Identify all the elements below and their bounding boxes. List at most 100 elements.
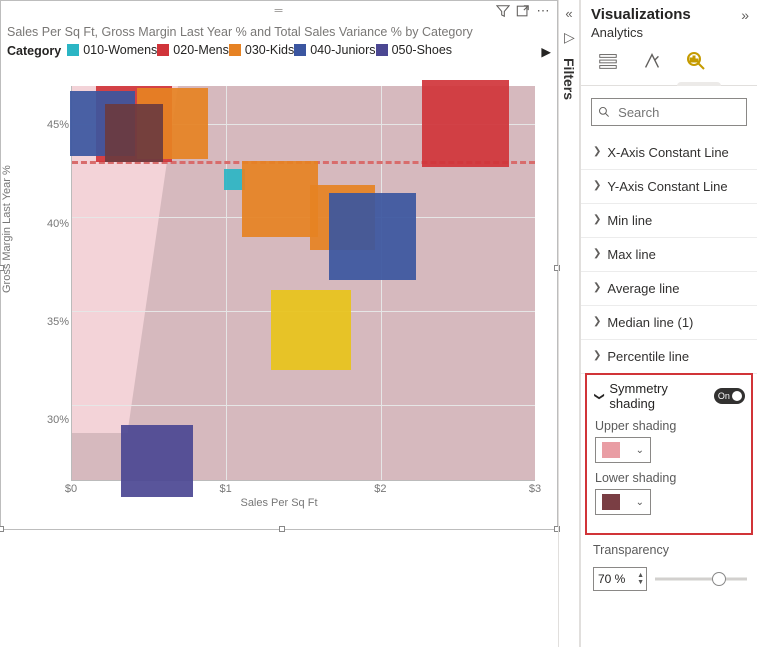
data-point[interactable] <box>242 161 318 237</box>
chevron-right-icon: ❯ <box>593 214 601 225</box>
symmetry-toggle[interactable]: On <box>714 388 745 404</box>
legend-item-label: 040-Juniors <box>310 43 375 57</box>
chevron-down-icon: ⌄ <box>636 445 644 456</box>
search-box[interactable] <box>591 98 747 126</box>
pane-subtitle: Analytics <box>581 25 757 44</box>
plot-area-wrapper: Gross Margin Last Year % 30% 35% 40% 45%… <box>13 86 545 499</box>
upper-shading-label: Upper shading <box>595 419 745 433</box>
data-point[interactable] <box>271 290 351 370</box>
resize-handle[interactable] <box>279 526 285 532</box>
legend: Category 010-Womens020-Mens 030-Kids 040-J… <box>1 41 557 63</box>
legend-swatch <box>376 44 388 56</box>
spinner-down-icon[interactable]: ▼ <box>637 579 644 586</box>
symmetry-shading-label: Symmetry shading <box>609 381 708 411</box>
data-point[interactable] <box>105 104 163 162</box>
fields-well-icon[interactable] <box>595 48 621 74</box>
analytics-section[interactable]: ❯ Y-Axis Constant Line <box>581 170 757 204</box>
more-options-icon[interactable]: ⋯ <box>535 3 551 19</box>
transparency-spinner[interactable]: 70 % ▲▼ <box>593 567 647 591</box>
section-label: Average line <box>607 281 679 296</box>
analytics-section[interactable]: ❯ Average line <box>581 272 757 306</box>
chevron-right-icon: ❯ <box>593 282 601 293</box>
section-label: Y-Axis Constant Line <box>607 179 727 194</box>
analytics-well-icon[interactable] <box>683 48 709 74</box>
section-label: Min line <box>607 213 652 228</box>
spinner-up-icon[interactable]: ▲ <box>637 572 644 579</box>
resize-handle[interactable] <box>0 526 4 532</box>
legend-item-label: 030-Kids <box>245 43 294 57</box>
legend-item[interactable]: 010-Womens <box>67 43 157 57</box>
chevron-right-icon: ❯ <box>593 180 601 191</box>
slider-thumb[interactable] <box>712 572 726 586</box>
transparency-label: Transparency <box>581 537 757 557</box>
y-tick: 40% <box>47 218 69 230</box>
filters-label[interactable]: Filters <box>561 58 577 100</box>
y-tick: 35% <box>47 316 69 328</box>
analytics-section[interactable]: ❯ Min line <box>581 204 757 238</box>
legend-swatch <box>229 44 241 56</box>
expand-filters-icon[interactable]: « <box>565 6 572 21</box>
transparency-slider[interactable] <box>655 569 747 589</box>
slider-track <box>655 578 747 581</box>
x-axis-title: Sales Per Sq Ft <box>240 497 317 509</box>
sigma-icon[interactable]: ◁ <box>564 29 575 46</box>
section-label: Max line <box>607 247 655 262</box>
x-tick: $2 <box>374 483 386 495</box>
transparency-control: 70 % ▲▼ <box>581 561 757 591</box>
analytics-section[interactable]: ❯ Percentile line <box>581 340 757 374</box>
format-well-icon[interactable] <box>639 48 665 74</box>
gridline <box>381 86 382 480</box>
legend-item[interactable]: 020-Mens <box>157 43 229 57</box>
chart-visual[interactable]: ═ ⋯ Sales Per Sq Ft, Gross Margin Last Y… <box>0 0 558 530</box>
upper-shading-swatch <box>602 442 620 458</box>
analytics-section[interactable]: ❯ Median line (1) <box>581 306 757 340</box>
toggle-knob <box>732 391 742 401</box>
search-input[interactable] <box>616 104 740 121</box>
gridline <box>226 86 227 480</box>
resize-handle[interactable] <box>0 265 4 271</box>
data-point[interactable] <box>121 425 193 497</box>
y-axis-title: Gross Margin Last Year % <box>1 165 13 293</box>
x-tick: $0 <box>65 483 77 495</box>
active-tab-indicator <box>677 82 721 86</box>
chart-title: Sales Per Sq Ft, Gross Margin Last Year … <box>1 21 557 41</box>
lower-shading-label: Lower shading <box>595 471 745 485</box>
section-label: X-Axis Constant Line <box>607 145 728 160</box>
toggle-state: On <box>718 391 730 401</box>
upper-shading-color-picker[interactable]: ⌄ <box>595 437 651 463</box>
visualizations-pane: Visualizations » Analytics ❯X-Axis Const… <box>580 0 757 647</box>
chevron-right-icon: ❯ <box>593 146 601 157</box>
symmetry-shading-section: ❯ Symmetry shading On Upper shading ⌄ Lo… <box>585 373 753 535</box>
focus-mode-icon[interactable] <box>515 3 531 19</box>
search-icon <box>598 105 610 119</box>
data-point[interactable] <box>422 80 509 167</box>
filter-icon[interactable] <box>495 3 511 19</box>
drag-grip-icon[interactable]: ═ <box>275 5 284 17</box>
legend-swatch <box>294 44 306 56</box>
chevron-right-icon: ❯ <box>593 316 601 327</box>
collapse-pane-icon[interactable]: » <box>741 7 749 23</box>
chevron-down-icon: ⌄ <box>636 497 644 508</box>
gridline <box>72 405 535 406</box>
lower-shading-swatch <box>602 494 620 510</box>
chevron-right-icon: ❯ <box>593 350 601 361</box>
legend-field-label: Category <box>7 44 61 58</box>
chevron-right-icon: ❯ <box>593 248 601 259</box>
section-label: Percentile line <box>607 349 689 364</box>
visual-header: ═ ⋯ <box>1 1 557 21</box>
legend-scroll-right-icon[interactable]: ▶ <box>541 44 551 59</box>
analytics-section[interactable]: ❯ X-Axis Constant Line <box>581 136 757 170</box>
legend-item[interactable]: 030-Kids <box>229 43 294 57</box>
chevron-down-icon[interactable]: ❯ <box>594 392 605 400</box>
lower-shading-color-picker[interactable]: ⌄ <box>595 489 651 515</box>
legend-item[interactable]: 040-Juniors <box>294 43 375 57</box>
legend-item[interactable]: 050-Shoes <box>376 43 452 57</box>
legend-item-label: 050-Shoes <box>392 43 452 57</box>
section-label: Median line (1) <box>607 315 693 330</box>
analytics-section[interactable]: ❯ Max line <box>581 238 757 272</box>
y-tick: 30% <box>47 414 69 426</box>
data-point[interactable] <box>329 193 416 280</box>
legend-item-label: 010-Womens <box>83 43 157 57</box>
plot-area[interactable] <box>71 86 535 481</box>
filters-pane-collapsed[interactable]: « ◁ Filters <box>558 0 580 647</box>
